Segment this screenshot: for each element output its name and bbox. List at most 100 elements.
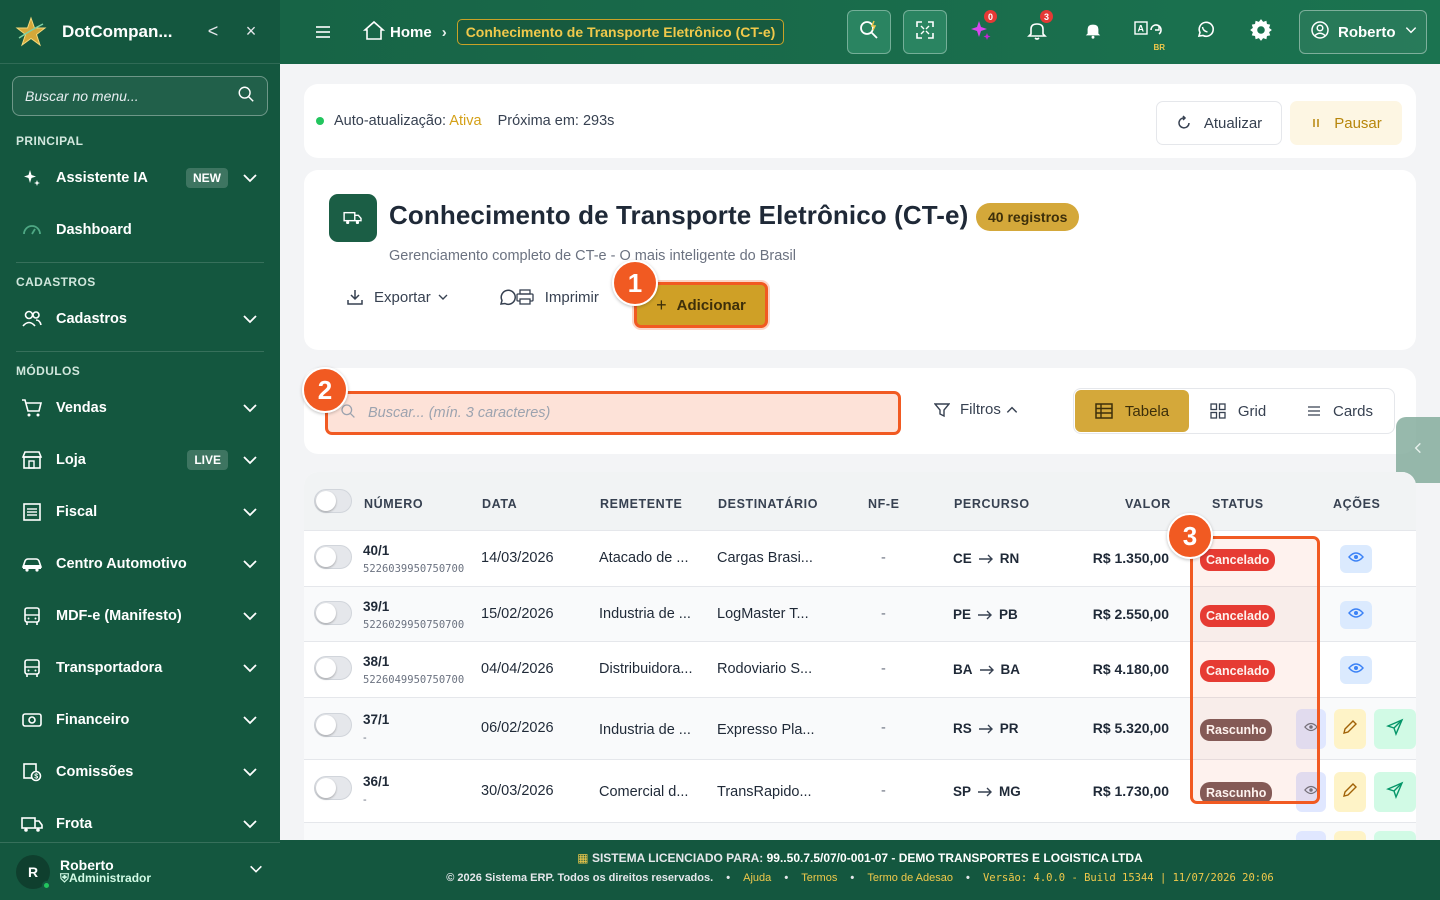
- view-button[interactable]: [1340, 545, 1372, 573]
- row-remetente: Industria de ...: [599, 722, 691, 738]
- view-button[interactable]: [1340, 656, 1372, 684]
- sidebar-item-vendas[interactable]: Vendas: [0, 382, 280, 434]
- ai-assistant-button[interactable]: 0: [959, 10, 1003, 54]
- row-nfe: -: [881, 550, 886, 566]
- chevron-down-icon[interactable]: [240, 606, 260, 626]
- language-button[interactable]: A BR: [1127, 10, 1171, 54]
- sidebar-item-centro-automotivo[interactable]: Centro Automotivo: [0, 538, 280, 590]
- col-status[interactable]: STATUS: [1212, 497, 1264, 511]
- quick-search-button[interactable]: [847, 10, 891, 54]
- sidebar-item-financeiro[interactable]: Financeiro: [0, 694, 280, 746]
- auto-refresh-bar: Auto-atualização: Ativa Próxima em: 293s…: [304, 84, 1416, 158]
- avatar: R: [16, 854, 51, 890]
- filters-label: Filtros: [960, 401, 1001, 418]
- edit-button[interactable]: [1334, 772, 1366, 812]
- col-numero[interactable]: NÚMERO: [364, 497, 423, 511]
- col-data[interactable]: DATA: [482, 497, 517, 511]
- chevron-down-icon[interactable]: [240, 814, 260, 834]
- alerts-button[interactable]: [1071, 10, 1115, 54]
- link-ajuda[interactable]: Ajuda: [743, 872, 771, 884]
- sidebar-item-transportadora[interactable]: Transportadora: [0, 642, 280, 694]
- send-icon: [1386, 781, 1404, 804]
- filters-toggle[interactable]: Filtros: [934, 401, 1019, 418]
- notifications-button[interactable]: 3: [1015, 10, 1059, 54]
- footer: ▦ SISTEMA LICENCIADO PARA: 99..50.7.5/07…: [280, 840, 1440, 900]
- col-percurso[interactable]: PERCURSO: [954, 497, 1030, 511]
- select-all-toggle[interactable]: [314, 489, 352, 513]
- sidebar-user[interactable]: R Roberto ⛨Administrador: [0, 842, 280, 900]
- row-valor: R$ 5.320,00: [1092, 720, 1169, 736]
- user-menu-button[interactable]: Roberto: [1299, 10, 1427, 54]
- settings-button[interactable]: [1239, 10, 1283, 54]
- sidebar-item-loja[interactable]: Loja LIVE: [0, 434, 280, 486]
- link-termos[interactable]: Termos: [801, 872, 837, 884]
- view-cards[interactable]: Cards: [1286, 389, 1394, 433]
- fullscreen-button[interactable]: [903, 10, 947, 54]
- sidebar-item-fiscal[interactable]: Fiscal: [0, 486, 280, 538]
- breadcrumb-home[interactable]: Home: [390, 24, 432, 41]
- hamburger-menu-icon[interactable]: [314, 24, 342, 40]
- money-icon: [20, 708, 44, 732]
- send-button[interactable]: [1374, 831, 1416, 840]
- brand: DotCompan... < ×: [0, 0, 280, 64]
- users-icon: [20, 307, 44, 331]
- chevron-down-icon[interactable]: [240, 762, 260, 782]
- whatsapp-button[interactable]: [1183, 10, 1227, 54]
- table-search-input[interactable]: [368, 405, 886, 421]
- row-select-toggle[interactable]: [314, 776, 352, 800]
- sidebar-item-label: Vendas: [56, 400, 107, 416]
- link-termo-adesao[interactable]: Termo de Adesao: [867, 872, 953, 884]
- table-row[interactable]: [304, 822, 1416, 840]
- view-button[interactable]: [1296, 831, 1326, 840]
- chevron-down-icon[interactable]: [240, 502, 260, 522]
- row-select-toggle[interactable]: [314, 545, 352, 569]
- row-select-toggle[interactable]: [314, 656, 352, 680]
- view-button[interactable]: [1340, 601, 1372, 629]
- view-grid[interactable]: Grid: [1190, 389, 1286, 433]
- chevron-down-icon[interactable]: [240, 450, 260, 470]
- send-button[interactable]: [1374, 709, 1416, 749]
- row-select-toggle[interactable]: [314, 713, 352, 737]
- send-button[interactable]: [1374, 772, 1416, 812]
- edit-button[interactable]: [1334, 831, 1366, 840]
- document-icon: [20, 500, 44, 524]
- row-percurso: BA BA: [953, 662, 1020, 677]
- chevron-down-icon[interactable]: [240, 658, 260, 678]
- search-icon: [858, 19, 880, 46]
- chevron-down-icon[interactable]: [240, 168, 260, 188]
- license-icon: ▦: [577, 851, 589, 865]
- sidebar-item-comissoes[interactable]: $ Comissões: [0, 746, 280, 798]
- row-numero: 38/1: [363, 654, 390, 669]
- print-button[interactable]: Imprimir: [499, 288, 599, 306]
- sidebar-item-dashboard[interactable]: Dashboard: [0, 204, 280, 256]
- home-icon[interactable]: [362, 19, 386, 45]
- chevron-down-icon[interactable]: [240, 309, 260, 329]
- col-valor[interactable]: VALOR: [1125, 497, 1171, 511]
- col-remetente[interactable]: REMETENTE: [600, 497, 683, 511]
- refresh-button[interactable]: Atualizar: [1156, 101, 1282, 145]
- edit-button[interactable]: [1334, 709, 1366, 749]
- view-tabela[interactable]: Tabela: [1075, 390, 1189, 432]
- collapse-sidebar-button[interactable]: <: [198, 21, 228, 42]
- row-select-toggle[interactable]: [314, 601, 352, 625]
- sidebar-item-assistente-ia[interactable]: Assistente IA NEW: [0, 152, 280, 204]
- chevron-down-icon[interactable]: [240, 710, 260, 730]
- row-valor: R$ 2.550,00: [1092, 606, 1169, 622]
- chevron-down-icon[interactable]: [240, 554, 260, 574]
- sidebar-item-cadastros[interactable]: Cadastros: [0, 293, 280, 345]
- chevron-down-icon[interactable]: [240, 398, 260, 418]
- chevron-down-icon[interactable]: [248, 861, 264, 882]
- close-sidebar-button[interactable]: ×: [236, 21, 266, 42]
- pause-button[interactable]: Pausar: [1290, 101, 1402, 145]
- col-destinatario[interactable]: DESTINATÁRIO: [718, 497, 818, 511]
- search-icon[interactable]: [237, 85, 255, 108]
- sidebar-search-input[interactable]: [25, 88, 237, 104]
- sidebar-search[interactable]: [12, 76, 268, 116]
- export-button[interactable]: Exportar: [346, 288, 449, 306]
- col-nfe[interactable]: NF-E: [868, 497, 900, 511]
- sidebar-item-mdfe[interactable]: MDF-e (Manifesto): [0, 590, 280, 642]
- row-data: 06/02/2026: [481, 720, 554, 736]
- table-search[interactable]: [325, 391, 901, 435]
- sidebar-item-label: Loja: [56, 452, 86, 468]
- row-remetente: Distribuidora...: [599, 661, 693, 677]
